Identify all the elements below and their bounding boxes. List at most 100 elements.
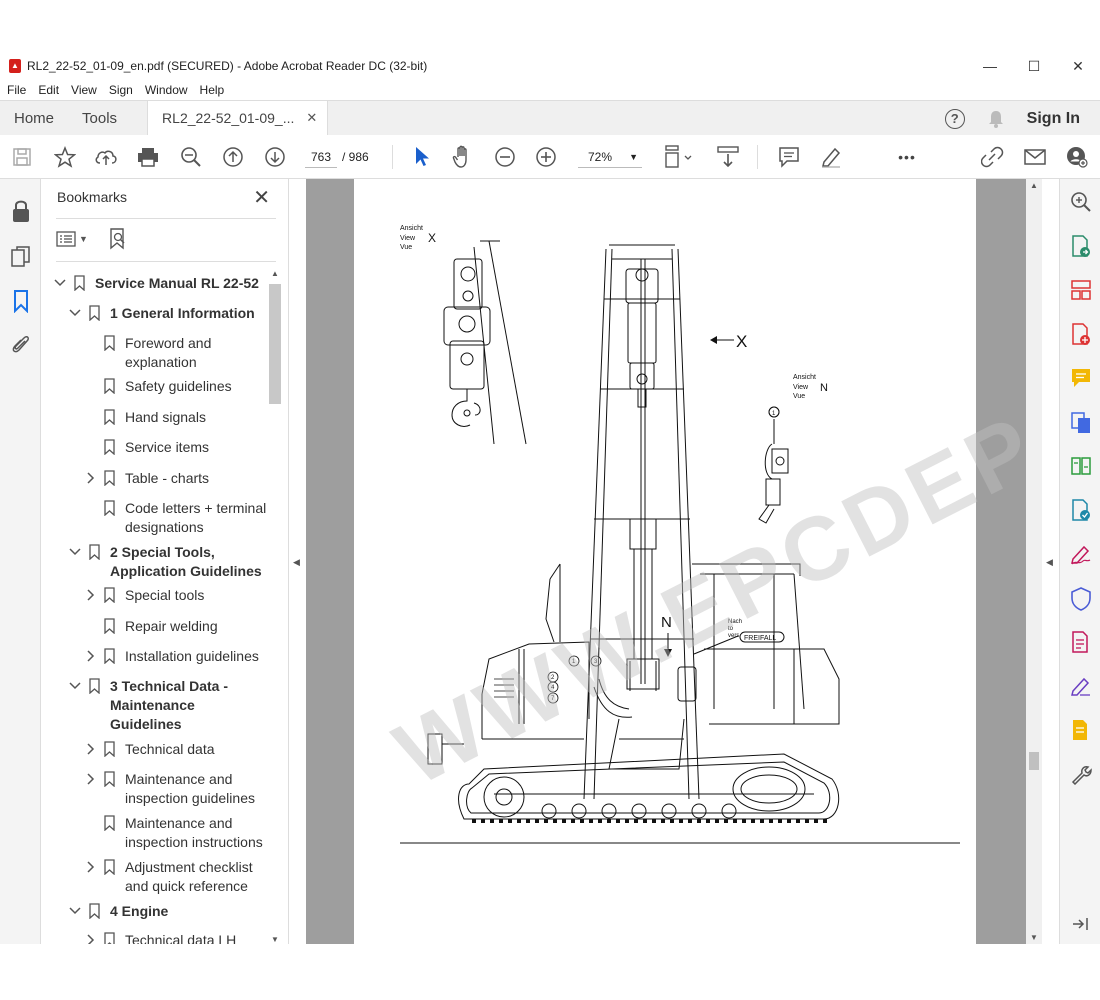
hand-tool-icon[interactable] [450, 144, 476, 170]
scroll-down-icon[interactable]: ▼ [271, 935, 279, 944]
zoom-level-select[interactable]: 72% ▼ [578, 146, 642, 168]
chevron-down-icon[interactable] [54, 276, 66, 290]
search-zoom-icon[interactable] [1070, 191, 1092, 213]
chevron-left-icon[interactable]: ◀ [293, 557, 300, 568]
scroll-up-icon[interactable]: ▲ [271, 269, 279, 278]
menu-sign[interactable]: Sign [109, 83, 133, 97]
bookmark-options-icon[interactable]: ▼ [56, 231, 88, 247]
menu-bar: File Edit View Sign Window Help [0, 80, 1100, 100]
menu-edit[interactable]: Edit [38, 83, 59, 97]
page-number-input[interactable]: 763 [305, 146, 337, 168]
track-grouser [796, 819, 800, 823]
scrollbar-thumb[interactable] [269, 284, 281, 404]
page-thumbnails-icon[interactable] [10, 245, 32, 267]
track-grouser [571, 819, 575, 823]
protect-shield-icon[interactable] [1070, 587, 1092, 611]
bookmarks-panel-title: Bookmarks [57, 189, 128, 205]
tab-home[interactable]: Home [0, 101, 68, 135]
scroll-down-icon[interactable]: ▼ [1030, 933, 1038, 942]
combine-files-icon[interactable] [1070, 411, 1092, 433]
collapse-left-panel[interactable]: ◀ [289, 179, 306, 944]
bookmark-panel-icon[interactable] [10, 289, 32, 313]
scroll-up-icon[interactable]: ▲ [1030, 181, 1038, 190]
scroll-mode-icon[interactable] [715, 144, 741, 170]
star-icon[interactable] [52, 144, 78, 170]
menu-help[interactable]: Help [200, 83, 225, 97]
export-pdf-icon[interactable] [1070, 235, 1092, 257]
main-toolbar: 763 / 986 72% ▼ ••• [0, 135, 1100, 179]
document-scrollbar[interactable]: ▲ ▼ [1026, 179, 1042, 944]
left-navigation-rail [0, 179, 41, 944]
chevron-right-icon[interactable] [84, 860, 96, 874]
maximize-button[interactable]: ☐ [1012, 53, 1056, 79]
page-fit-icon[interactable] [662, 144, 696, 170]
find-bookmark-icon[interactable] [108, 228, 128, 250]
help-icon[interactable]: ? [944, 108, 965, 129]
track-grouser [616, 819, 620, 823]
expand-panel-icon[interactable] [1070, 914, 1092, 936]
chevron-right-icon[interactable] [84, 742, 96, 756]
bell-icon[interactable] [987, 109, 1005, 129]
comment-tool-icon[interactable] [1070, 367, 1092, 389]
chevron-down-icon[interactable] [69, 306, 81, 320]
share-link-icon[interactable] [980, 144, 1006, 170]
request-signature-icon[interactable] [1070, 675, 1092, 697]
chevron-right-icon[interactable] [84, 649, 96, 663]
document-viewer[interactable]: Ansicht View Vue X X Ansicht View Vue N … [306, 179, 1026, 944]
next-page-icon[interactable] [262, 144, 288, 170]
bookmarks-scrollbar[interactable]: ▲ ▼ [268, 269, 282, 944]
track-grouser [589, 819, 593, 823]
track-grouser [643, 819, 647, 823]
chevron-down-icon[interactable] [69, 904, 81, 918]
chevron-right-icon[interactable] [84, 471, 96, 485]
print-icon[interactable] [135, 144, 161, 170]
bookmark-icon [104, 618, 115, 634]
close-panel-icon[interactable]: ✕ [253, 185, 270, 210]
upload-cloud-icon[interactable] [93, 144, 119, 170]
send-comments-icon[interactable] [1070, 719, 1092, 741]
menu-file[interactable]: File [7, 83, 26, 97]
mail-icon[interactable] [1022, 144, 1048, 170]
create-pdf-icon[interactable] [1070, 323, 1092, 345]
collapse-right-panel[interactable]: ◀ [1042, 179, 1059, 944]
toolbar-divider [392, 145, 393, 169]
highlight-pen-icon[interactable] [818, 144, 844, 170]
attachment-icon[interactable] [10, 333, 32, 355]
previous-page-icon[interactable] [220, 144, 246, 170]
close-window-button[interactable]: ✕ [1056, 53, 1100, 79]
more-tools-button[interactable]: ••• [890, 144, 924, 170]
lock-icon[interactable] [10, 199, 32, 222]
scan-ocr-icon[interactable] [1070, 499, 1092, 521]
tab-bar: Home Tools RL2_22-52_01-09_... ✕ ? Sign … [0, 100, 1100, 135]
tab-document[interactable]: RL2_22-52_01-09_... ✕ [147, 101, 329, 135]
track-grouser [742, 819, 746, 823]
menu-window[interactable]: Window [145, 83, 188, 97]
menu-view[interactable]: View [71, 83, 97, 97]
chevron-right-icon[interactable] [84, 933, 96, 944]
fill-sign-icon[interactable] [1070, 543, 1092, 565]
minimize-button[interactable]: — [968, 53, 1012, 79]
chevron-right-icon[interactable] [84, 772, 96, 786]
tab-tools[interactable]: Tools [68, 101, 131, 135]
sign-in-button[interactable]: Sign In [1027, 110, 1080, 128]
edit-pdf-icon[interactable] [1070, 631, 1092, 653]
zoom-in-icon[interactable] [533, 144, 559, 170]
chevron-left-icon[interactable]: ◀ [1046, 557, 1053, 568]
chevron-down-icon[interactable] [69, 545, 81, 559]
select-cursor-icon[interactable] [410, 144, 434, 170]
compare-files-icon[interactable] [1070, 455, 1092, 477]
track-grouser [652, 819, 656, 823]
organize-pages-icon[interactable] [1070, 279, 1092, 301]
zoom-out-icon[interactable] [492, 144, 518, 170]
bookmark-icon [104, 932, 115, 944]
zoom-search-icon[interactable] [178, 144, 204, 170]
save-icon[interactable] [10, 144, 34, 170]
scrollbar-thumb[interactable] [1029, 752, 1039, 770]
more-tools-wrench-icon[interactable] [1070, 763, 1092, 785]
comment-icon[interactable] [776, 144, 802, 170]
account-share-icon[interactable] [1064, 144, 1090, 170]
chevron-right-icon[interactable] [84, 588, 96, 602]
tab-close-icon[interactable]: ✕ [306, 110, 317, 126]
chevron-down-icon[interactable] [69, 679, 81, 693]
bookmark-label: Adjustment checklist and quick reference [125, 859, 253, 894]
